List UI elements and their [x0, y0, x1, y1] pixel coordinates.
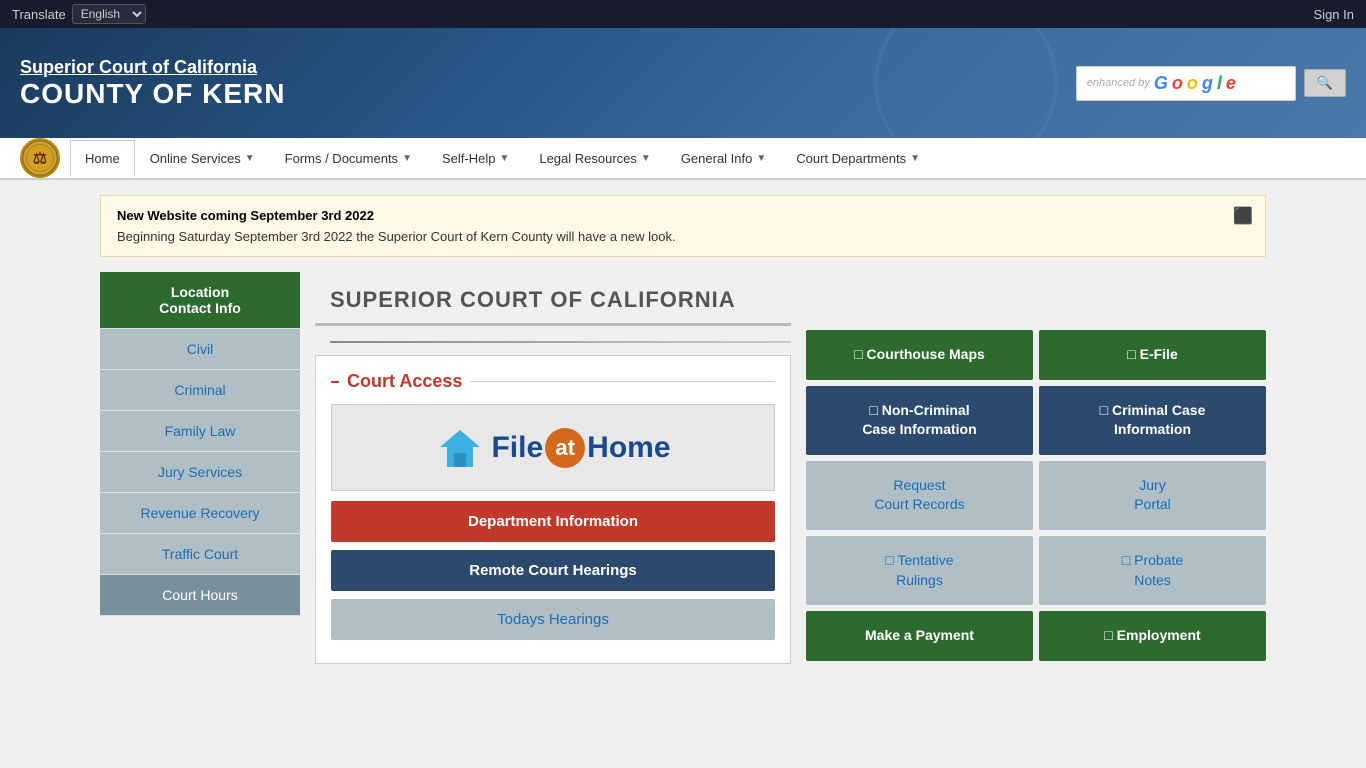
main-content: Location Contact Info Civil Criminal Fam… [100, 272, 1266, 664]
sidebar-item-civil[interactable]: Civil [100, 329, 300, 370]
announcement-body: Beginning Saturday September 3rd 2022 th… [117, 229, 1249, 244]
tentative-rulings-button[interactable]: □ Tentative Rulings [806, 536, 1033, 605]
request-court-records-button[interactable]: Request Court Records [806, 461, 1033, 530]
court-access-container: Court Access File at Home Department Inf… [315, 355, 791, 664]
nav-general-info[interactable]: General Info ▼ [666, 140, 781, 177]
translate-label: Translate [12, 7, 66, 22]
sidebar: Location Contact Info Civil Criminal Fam… [100, 272, 300, 664]
file-text: File [491, 431, 543, 465]
header-search: enhanced by Google 🔍 [1076, 66, 1346, 101]
page-title: SUPERIOR COURT OF CALIFORNIA [315, 272, 791, 326]
todays-hearings-button[interactable]: Todays Hearings [331, 599, 775, 640]
nav-self-help[interactable]: Self-Help ▼ [427, 140, 524, 177]
google-e: e [1226, 73, 1236, 94]
file-at-home-banner[interactable]: File at Home [331, 404, 775, 491]
google-search-box[interactable]: enhanced by Google [1076, 66, 1296, 101]
top-bar: Translate English Spanish Sign In [0, 0, 1366, 28]
center-content: SUPERIOR COURT OF CALIFORNIA Court Acces… [300, 272, 806, 664]
chevron-down-icon-4: ▼ [641, 153, 651, 164]
sidebar-item-jury-services[interactable]: Jury Services [100, 452, 300, 493]
announcement-banner: ⬛ New Website coming September 3rd 2022 … [100, 195, 1266, 257]
at-symbol: at [545, 428, 585, 468]
court-access-title: Court Access [331, 371, 775, 392]
chevron-down-icon-5: ▼ [756, 153, 766, 164]
employment-button[interactable]: □ Employment [1039, 611, 1266, 661]
quick-links-grid: □ Courthouse Maps □ E-File □ Non-Crimina… [806, 330, 1266, 661]
section-divider [330, 341, 791, 343]
google-logo: G [1154, 73, 1168, 94]
remote-court-hearings-button[interactable]: Remote Court Hearings [331, 550, 775, 591]
nav-bar: ⚖ Home Online Services ▼ Forms / Documen… [0, 138, 1366, 180]
nav-court-departments[interactable]: Court Departments ▼ [781, 140, 935, 177]
nav-legal-resources[interactable]: Legal Resources ▼ [524, 140, 665, 177]
sidebar-item-traffic-court[interactable]: Traffic Court [100, 534, 300, 575]
chevron-down-icon-6: ▼ [910, 153, 920, 164]
probate-notes-button[interactable]: □ Probate Notes [1039, 536, 1266, 605]
court-name-line2: COUNTY OF KERN [20, 78, 286, 110]
language-select[interactable]: English Spanish [72, 4, 146, 24]
sidebar-item-location-contact[interactable]: Location Contact Info [100, 272, 300, 329]
search-button[interactable]: 🔍 [1304, 69, 1346, 97]
nav-online-services[interactable]: Online Services ▼ [135, 140, 270, 177]
nav-forms-documents[interactable]: Forms / Documents ▼ [270, 140, 427, 177]
google-l: l [1217, 73, 1222, 94]
google-o2: o [1187, 73, 1198, 94]
court-logo: ⚖ [20, 138, 60, 178]
announcement-title: New Website coming September 3rd 2022 [117, 208, 1249, 223]
google-g2: g [1202, 73, 1213, 94]
sidebar-item-criminal[interactable]: Criminal [100, 370, 300, 411]
announcement-close-button[interactable]: ⬛ [1233, 206, 1253, 226]
header-title: Superior Court of California COUNTY OF K… [20, 57, 286, 110]
chevron-down-icon-2: ▼ [402, 153, 412, 164]
sidebar-item-revenue-recovery[interactable]: Revenue Recovery [100, 493, 300, 534]
court-name-line1: Superior Court of California [20, 57, 286, 78]
courthouse-maps-button[interactable]: □ Courthouse Maps [806, 330, 1033, 380]
enhanced-by-label: enhanced by [1087, 77, 1150, 89]
translate-area: Translate English Spanish [12, 4, 146, 24]
svg-text:⚖: ⚖ [33, 149, 48, 167]
nav-home[interactable]: Home [70, 140, 135, 177]
chevron-down-icon-3: ▼ [499, 153, 509, 164]
sidebar-item-court-hours[interactable]: Court Hours [100, 575, 300, 616]
make-payment-button[interactable]: Make a Payment [806, 611, 1033, 661]
right-grid: □ Courthouse Maps □ E-File □ Non-Crimina… [806, 272, 1266, 664]
home-text: Home [587, 431, 670, 465]
chevron-down-icon: ▼ [245, 153, 255, 164]
department-info-button[interactable]: Department Information [331, 501, 775, 542]
efile-button[interactable]: □ E-File [1039, 330, 1266, 380]
criminal-case-info-button[interactable]: □ Criminal Case Information [1039, 386, 1266, 455]
sidebar-item-family-law[interactable]: Family Law [100, 411, 300, 452]
jury-portal-button[interactable]: Jury Portal [1039, 461, 1266, 530]
house-icon [435, 425, 485, 470]
header: Superior Court of California COUNTY OF K… [0, 28, 1366, 138]
sign-in-link[interactable]: Sign In [1314, 7, 1354, 22]
file-at-home-text: File at Home [352, 425, 754, 470]
google-logo-rest: o [1172, 73, 1183, 94]
non-criminal-case-info-button[interactable]: □ Non-Criminal Case Information [806, 386, 1033, 455]
